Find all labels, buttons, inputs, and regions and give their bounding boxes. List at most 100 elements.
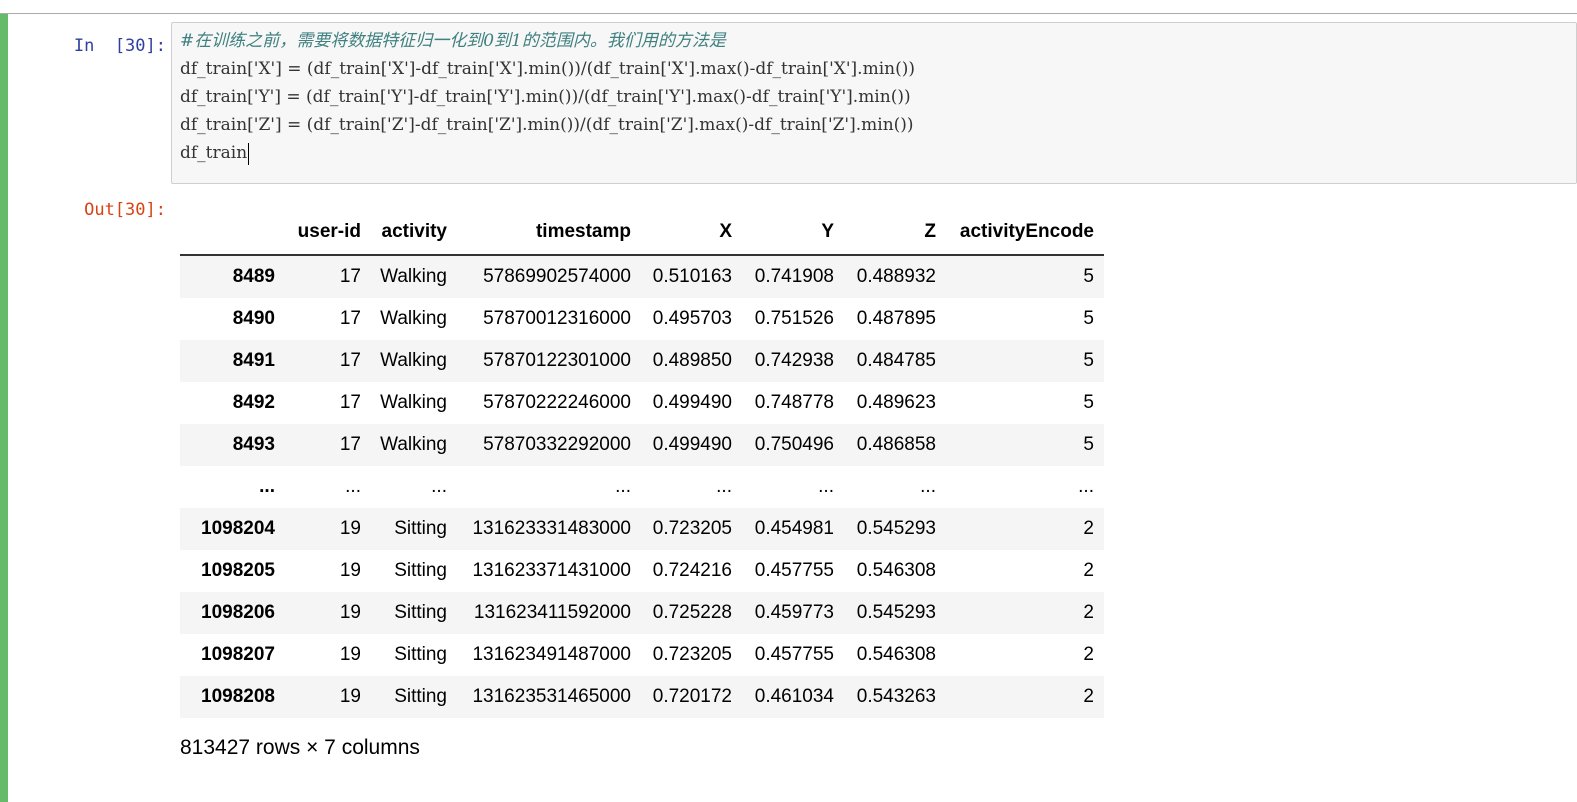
table-cell: 0.725228 [652, 602, 732, 623]
table-cell: 0.546308 [856, 560, 936, 581]
table-row: 1098204 19 Sitting 131623331483000 0.723205 0… [180, 508, 1104, 550]
table-cell: 131623371431000 [472, 560, 631, 581]
table-cell: Sitting [394, 686, 447, 707]
table-cell: 0.545293 [856, 602, 936, 623]
row-index: 1098207 [201, 644, 275, 665]
table-cell: 0.741908 [754, 266, 834, 287]
table-cell: 17 [339, 434, 361, 455]
notebook-cell-selected[interactable]: In [30]: #在训练之前，需要将数据特征归一化到0到1的范围内。我们用的方… [0, 14, 1577, 802]
table-cell: Walking [380, 434, 447, 455]
table-cell: 0.499490 [652, 392, 732, 413]
table-cell: 0.723205 [652, 644, 732, 665]
table-cell: Sitting [394, 518, 447, 539]
table-cell: ... [345, 476, 361, 497]
table-cell: 17 [339, 350, 361, 371]
table-cell: 131623531465000 [472, 686, 631, 707]
table-cell: 0.748778 [754, 392, 834, 413]
table-cell: ... [431, 476, 447, 497]
table-cell: 0.751526 [754, 308, 834, 329]
row-index: 8489 [232, 266, 275, 287]
table-shape-caption: 813427 rows × 7 columns [180, 736, 420, 759]
table-cell: 0.543263 [856, 686, 936, 707]
table-cell: 0.545293 [856, 518, 936, 539]
table-cell: 2 [1083, 518, 1094, 539]
table-cell: 0.461034 [754, 686, 834, 707]
table-row: 8493 17 Walking 57870332292000 0.499490 0.750… [180, 424, 1104, 466]
table-cell: 17 [339, 266, 361, 287]
text-cursor [248, 142, 250, 165]
table-cell: 2 [1083, 560, 1094, 581]
index-header [180, 210, 285, 255]
column-header: X [719, 221, 732, 242]
table-cell: 2 [1083, 686, 1094, 707]
table-cell: 5 [1083, 266, 1094, 287]
column-header: Z [924, 221, 936, 242]
table-cell: 131623411592000 [473, 602, 631, 623]
table-header-row: user-id activity timestamp X Y Z activit… [180, 210, 1104, 255]
table-cell: 0.750496 [754, 434, 834, 455]
table-cell: 0.457755 [754, 560, 834, 581]
input-prompt: In [30]: [73, 36, 166, 56]
column-header: user-id [297, 221, 361, 242]
code-line-last: df_train [180, 139, 1576, 167]
table-cell: 0.510163 [652, 266, 732, 287]
table-cell: 5 [1083, 392, 1094, 413]
table-cell: 57870332292000 [483, 434, 631, 455]
table-cell: Sitting [394, 602, 447, 623]
row-index: ... [259, 476, 275, 497]
table-cell: 19 [339, 686, 361, 707]
table-row: 8492 17 Walking 57870222246000 0.499490 0.748… [180, 382, 1104, 424]
code-line-z: df_train['Z'] = (df_train['Z']-df_train[… [180, 115, 914, 135]
table-cell: 57870012316000 [483, 308, 631, 329]
table-cell: 17 [339, 308, 361, 329]
output-area: user-id activity timestamp X Y Z activit… [180, 210, 1104, 760]
table-cell: Sitting [394, 644, 447, 665]
table-cell: 0.486858 [856, 434, 936, 455]
table-cell: 19 [339, 644, 361, 665]
table-cell: 0.489850 [652, 350, 732, 371]
table-cell: 0.489623 [856, 392, 936, 413]
table-cell: 19 [339, 602, 361, 623]
table-cell: 0.723205 [652, 518, 732, 539]
code-editor[interactable]: #在训练之前，需要将数据特征归一化到0到1的范围内。我们用的方法是 df_tra… [171, 22, 1577, 184]
table-cell: 0.457755 [754, 644, 834, 665]
row-index: 8492 [232, 392, 275, 413]
row-index: 8491 [232, 350, 275, 371]
table-row: 1098208 19 Sitting 131623531465000 0.720172 0… [180, 676, 1104, 718]
table-cell: 19 [339, 560, 361, 581]
table-row: 1098205 19 Sitting 131623371431000 0.724216 0… [180, 550, 1104, 592]
table-cell: 0.495703 [652, 308, 732, 329]
row-index: 8493 [232, 434, 275, 455]
code-line-y: df_train['Y'] = (df_train['Y']-df_train[… [180, 87, 911, 107]
table-cell: 0.720172 [652, 686, 732, 707]
table-cell: ... [818, 476, 834, 497]
table-cell: 0.487895 [856, 308, 936, 329]
row-index: 1098205 [201, 560, 275, 581]
table-cell: 2 [1083, 602, 1094, 623]
column-header: activity [381, 221, 447, 242]
table-cell: 57870222246000 [483, 392, 631, 413]
table-cell: 0.488932 [856, 266, 936, 287]
table-cell: Walking [380, 350, 447, 371]
code-comment-line: #在训练之前，需要将数据特征归一化到0到1的范围内。我们用的方法是 [180, 31, 726, 51]
table-cell: 57870122301000 [483, 350, 631, 371]
row-index: 1098204 [201, 518, 275, 539]
table-row: 1098206 19 Sitting 131623411592000 0.725228 0… [180, 592, 1104, 634]
table-row: 1098207 19 Sitting 131623491487000 0.723205 0… [180, 634, 1104, 676]
column-header: timestamp [535, 221, 631, 242]
table-cell: Walking [380, 308, 447, 329]
table-cell: ... [716, 476, 732, 497]
column-header: Y [821, 221, 834, 242]
row-index: 8490 [232, 308, 275, 329]
table-cell: 0.454981 [754, 518, 834, 539]
table-cell: 131623491487000 [472, 644, 631, 665]
table-cell: 0.459773 [754, 602, 834, 623]
table-cell: 131623331483000 [472, 518, 631, 539]
table-row: 8489 17 Walking 57869902574000 0.510163 0.741… [180, 255, 1104, 298]
table-cell: 57869902574000 [483, 266, 631, 287]
table-cell: ... [1078, 476, 1094, 497]
dataframe-table: user-id activity timestamp X Y Z activit… [180, 210, 1104, 718]
table-cell: 17 [339, 392, 361, 413]
code-line-x: df_train['X'] = (df_train['X']-df_train[… [180, 59, 915, 79]
table-cell: 2 [1083, 644, 1094, 665]
